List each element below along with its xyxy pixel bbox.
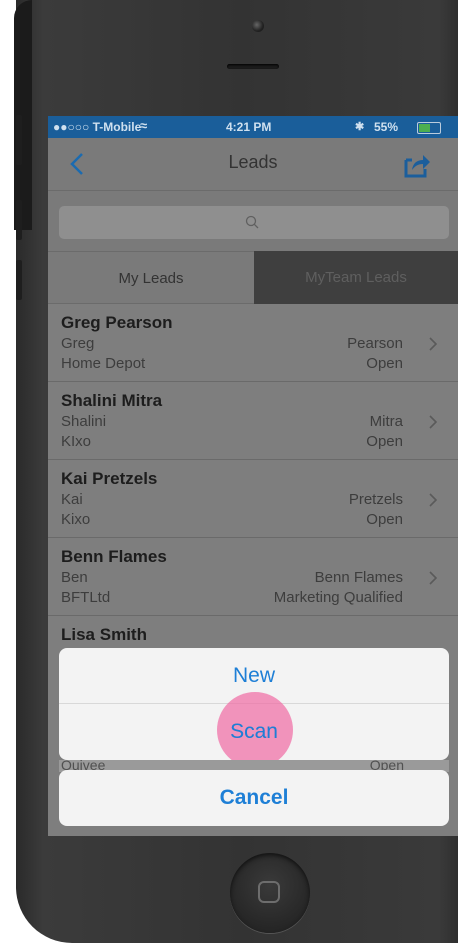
lead-first-name: Shalini [61, 413, 107, 430]
lead-company: Home Depot [61, 355, 146, 372]
lead-last-name: Pearson [347, 335, 403, 352]
lead-first-name: Kai [61, 491, 83, 508]
tab-my-leads[interactable]: My Leads [48, 251, 254, 304]
cancel-button[interactable]: Cancel [59, 770, 449, 826]
navigation-bar: Leads [48, 138, 458, 191]
list-item[interactable]: Kai Pretzels Kai Kixo Pretzels Open [48, 460, 458, 538]
lead-status: Open [366, 433, 403, 450]
volume-up-button [16, 200, 22, 240]
status-bar: ●●○○○ T-Mobile ≈ 4:21 PM ✱ 55% [48, 116, 458, 138]
page-title: Leads [228, 152, 278, 172]
lead-status: Open [366, 511, 403, 528]
volume-down-button [16, 260, 22, 300]
lead-name: Lisa Smith [61, 625, 147, 644]
bluetooth-icon: ✱ [355, 121, 365, 133]
lead-last-name: Benn Flames [314, 569, 403, 586]
screen-bottom [48, 826, 458, 836]
lead-first-name: Ben [61, 569, 88, 586]
list-item[interactable]: Greg Pearson Greg Home Depot Pearson Ope… [48, 304, 458, 382]
home-square-icon [258, 881, 280, 903]
lead-company: Kixo [61, 511, 91, 528]
lead-name: Kai Pretzels [61, 469, 158, 488]
lead-status: Marketing Qualified [273, 589, 403, 606]
lead-name: Benn Flames [61, 547, 167, 566]
lead-company: BFTLtd [61, 589, 111, 606]
share-icon[interactable] [403, 152, 431, 178]
chevron-right-icon [429, 415, 438, 429]
time-label: 4:21 PM [226, 120, 272, 134]
carrier-label: ●●○○○ T-Mobile [53, 120, 142, 134]
earpiece-speaker [227, 64, 279, 69]
app-screen: ●●○○○ T-Mobile ≈ 4:21 PM ✱ 55% Leads My … [48, 116, 458, 836]
tab-myteam-leads[interactable]: MyTeam Leads [254, 251, 458, 304]
search-icon [245, 215, 259, 229]
front-camera [252, 20, 264, 32]
chevron-right-icon [429, 337, 438, 351]
battery-percent: 55% [374, 120, 399, 134]
chevron-right-icon [429, 493, 438, 507]
battery-icon [417, 122, 441, 134]
chevron-right-icon [429, 571, 438, 585]
cancel-sheet: Cancel [59, 770, 449, 826]
lead-first-name: Greg [61, 335, 95, 352]
lead-name: Shalini Mitra [61, 391, 163, 410]
segmented-tabs: My Leads MyTeam Leads [48, 251, 458, 304]
lead-last-name: Pretzels [348, 491, 403, 508]
home-button[interactable] [230, 853, 310, 933]
lead-status: Open [366, 355, 403, 372]
lead-company: KIxo [61, 433, 92, 450]
list-item[interactable]: Shalini Mitra Shalini KIxo Mitra Open [48, 382, 458, 460]
scan-button-label: Scan [230, 720, 278, 743]
lead-name: Greg Pearson [61, 313, 173, 332]
wifi-icon: ≈ [140, 118, 148, 133]
search-area [48, 191, 458, 251]
lead-last-name: Mitra [369, 413, 403, 430]
search-input[interactable] [59, 206, 449, 239]
list-item[interactable]: Benn Flames Ben BFTLtd Benn Flames Marke… [48, 538, 458, 616]
mute-switch [16, 115, 22, 165]
leads-list: Greg Pearson Greg Home Depot Pearson Ope… [48, 304, 458, 693]
